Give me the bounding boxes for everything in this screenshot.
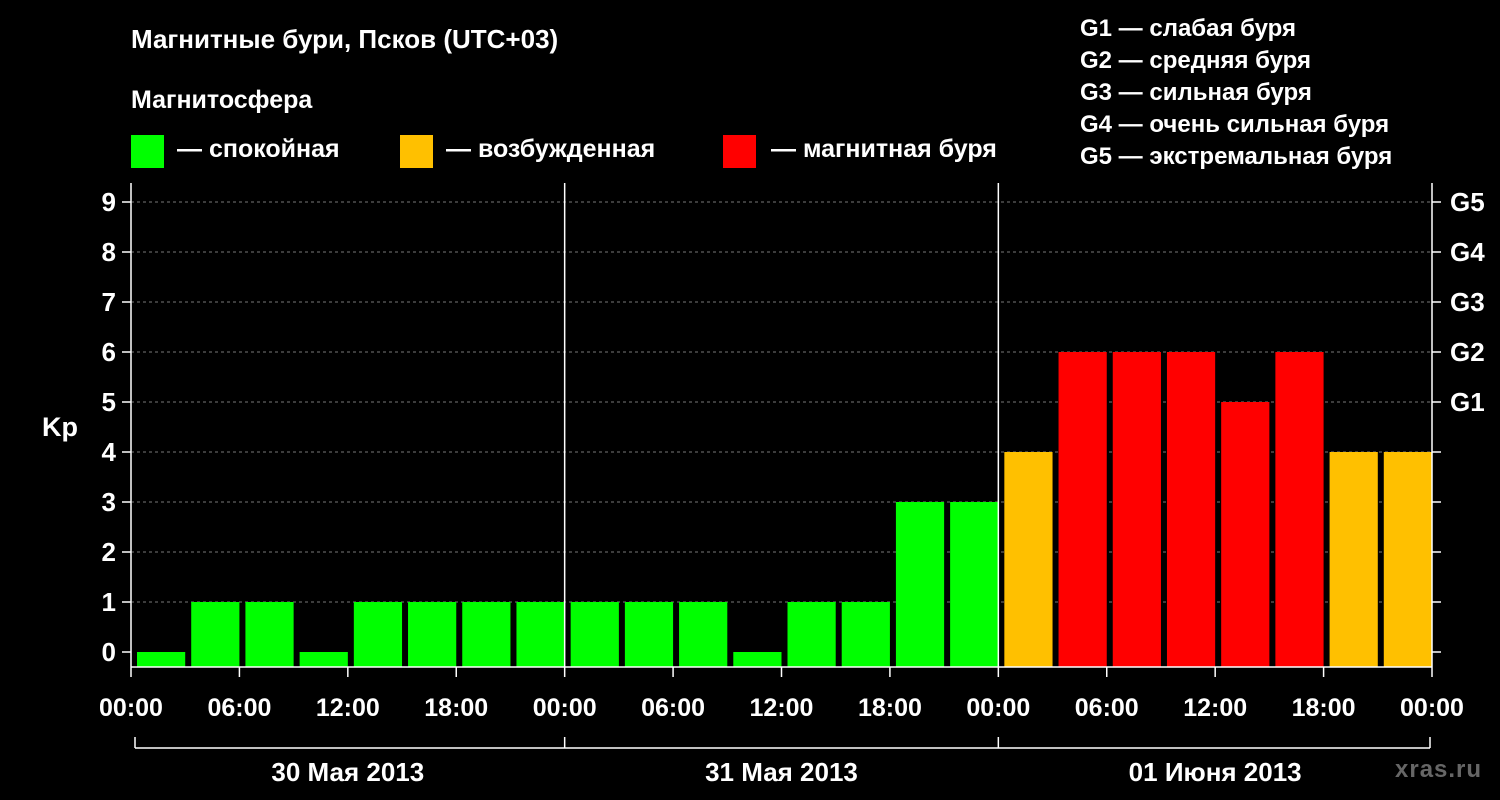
x-tick-label: 06:00 bbox=[207, 694, 271, 722]
kp-bar bbox=[1221, 402, 1270, 667]
kp-bar bbox=[245, 602, 294, 667]
kp-bar bbox=[1275, 352, 1324, 667]
g-tick-label: G2 bbox=[1450, 337, 1485, 367]
kp-bar bbox=[1112, 352, 1161, 667]
kp-bar bbox=[950, 502, 999, 667]
kp-bar bbox=[624, 602, 674, 667]
kp-bar bbox=[1383, 452, 1432, 667]
y-tick-label: 7 bbox=[102, 287, 116, 317]
kp-bar bbox=[841, 602, 890, 667]
kp-bar bbox=[191, 602, 240, 667]
kp-bar bbox=[570, 602, 619, 667]
kp-bar-chart: 0 1 2 3 4 5 6 7 8 9 G1 G2 G3 G4 G5 00:00 06:00 12:00 18:00… bbox=[99, 183, 1485, 787]
kp-bar bbox=[353, 602, 403, 667]
day-label: 31 Мая 2013 bbox=[705, 757, 858, 787]
kp-bar bbox=[679, 602, 728, 667]
y-tick-label: 6 bbox=[102, 337, 116, 367]
kp-bar bbox=[1166, 352, 1216, 667]
kp-bar bbox=[408, 602, 457, 667]
kp-bar bbox=[1004, 452, 1053, 667]
x-tick-label: 00:00 bbox=[966, 694, 1030, 722]
kp-bar bbox=[299, 652, 348, 667]
x-tick-label: 18:00 bbox=[858, 694, 922, 722]
y-tick-label: 5 bbox=[102, 387, 116, 417]
kp-bar bbox=[462, 602, 511, 667]
x-tick-label: 18:00 bbox=[424, 694, 488, 722]
y-tick-label: 2 bbox=[102, 537, 116, 567]
x-tick-label: 06:00 bbox=[641, 694, 705, 722]
day-label: 30 Мая 2013 bbox=[271, 757, 424, 787]
x-tick-label: 12:00 bbox=[316, 694, 380, 722]
y-tick-label: 4 bbox=[102, 437, 117, 467]
kp-bar bbox=[787, 602, 836, 667]
g-tick-label: G3 bbox=[1450, 287, 1485, 317]
g-tick-label: G1 bbox=[1450, 387, 1485, 417]
day-label: 01 Июня 2013 bbox=[1129, 757, 1302, 787]
x-tick-label: 00:00 bbox=[99, 694, 163, 722]
kp-bar bbox=[516, 602, 565, 667]
y-tick-label: 3 bbox=[102, 487, 116, 517]
x-tick-label: 00:00 bbox=[1400, 694, 1464, 722]
kp-bar bbox=[1329, 452, 1378, 667]
y-tick-label: 9 bbox=[102, 187, 116, 217]
y-tick-label: 0 bbox=[102, 637, 116, 667]
x-tick-label: 00:00 bbox=[533, 694, 597, 722]
kp-bar bbox=[1058, 352, 1107, 667]
g-tick-label: G5 bbox=[1450, 187, 1485, 217]
x-tick-label: 12:00 bbox=[750, 694, 814, 722]
kp-bar bbox=[733, 652, 782, 667]
y-tick-label: 1 bbox=[102, 587, 116, 617]
y-tick-label: 8 bbox=[102, 237, 116, 267]
kp-bar bbox=[137, 652, 186, 667]
kp-bar bbox=[895, 502, 945, 667]
x-tick-label: 12:00 bbox=[1183, 694, 1247, 722]
x-tick-label: 18:00 bbox=[1292, 694, 1356, 722]
g-tick-label: G4 bbox=[1450, 237, 1485, 267]
x-tick-label: 06:00 bbox=[1075, 694, 1139, 722]
